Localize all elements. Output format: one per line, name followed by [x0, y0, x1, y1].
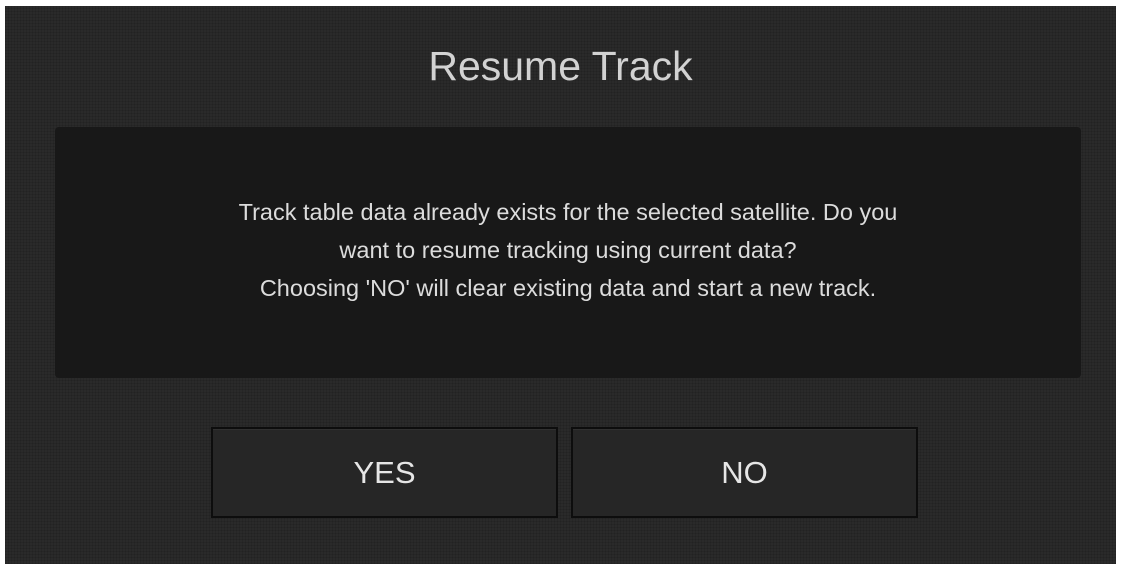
- yes-button[interactable]: YES: [211, 427, 558, 518]
- yes-button-label: YES: [353, 454, 416, 490]
- resume-track-dialog: Resume Track Track table data already ex…: [5, 6, 1116, 564]
- message-line-2: want to resume tracking using current da…: [339, 236, 797, 263]
- dialog-title: Resume Track: [428, 43, 693, 89]
- no-button[interactable]: NO: [571, 427, 918, 518]
- message-panel: Track table data already exists for the …: [55, 127, 1081, 378]
- message-line-1: Track table data already exists for the …: [238, 198, 898, 225]
- no-button-label: NO: [721, 454, 768, 490]
- message-line-3: Choosing 'NO' will clear existing data a…: [259, 274, 877, 301]
